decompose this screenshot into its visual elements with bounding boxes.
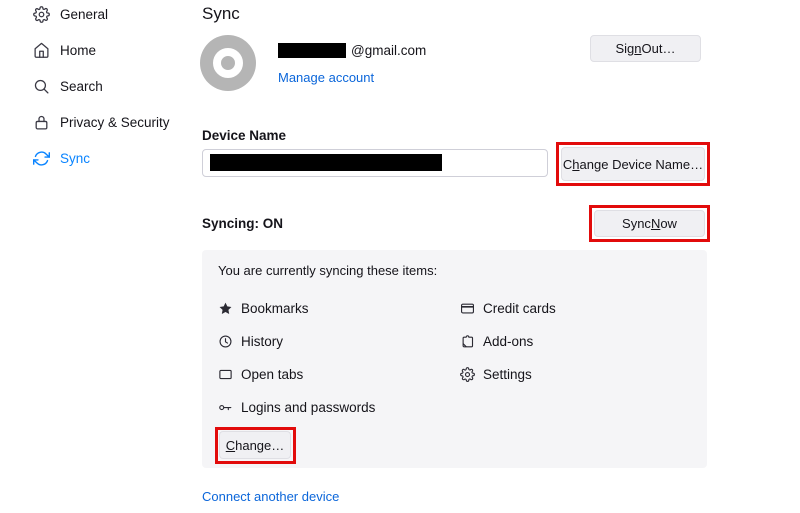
lock-icon — [33, 114, 50, 131]
sync-item-label: Logins and passwords — [241, 400, 376, 415]
sync-icon — [33, 150, 50, 167]
sync-item-settings: Settings — [460, 366, 532, 383]
gear-icon — [33, 5, 50, 23]
sync-item-addons: Add-ons — [460, 333, 533, 350]
settings-gear-icon — [460, 367, 475, 382]
home-icon — [33, 42, 50, 59]
sidebar-item-sync[interactable]: Sync — [33, 147, 90, 169]
sidebar-item-home[interactable]: Home — [33, 39, 96, 61]
sidebar-item-search[interactable]: Search — [33, 75, 103, 97]
syncing-status: Syncing: ON — [202, 216, 284, 231]
device-name-input[interactable] — [202, 149, 548, 177]
sync-item-label: Open tabs — [241, 367, 304, 382]
page-title: Sync — [202, 4, 240, 23]
sync-items-intro: You are currently syncing these items: — [218, 263, 438, 278]
sync-item-open-tabs: Open tabs — [218, 366, 303, 383]
sync-item-label: Credit cards — [483, 301, 556, 316]
search-icon — [33, 78, 50, 95]
sidebar-item-privacy-security[interactable]: Privacy & Security — [33, 111, 170, 133]
sync-item-credit-cards: Credit cards — [460, 300, 556, 317]
connect-another-device-link[interactable]: Connect another device — [202, 489, 339, 504]
history-clock-icon — [218, 334, 233, 349]
avatar-letter-o — [213, 48, 243, 78]
sync-item-label: Settings — [483, 367, 532, 382]
sync-item-logins-passwords: Logins and passwords — [218, 399, 375, 416]
sync-item-label: Bookmarks — [241, 301, 309, 316]
sidebar-item-label: Sync — [60, 150, 91, 166]
sync-item-history: History — [218, 333, 283, 350]
change-device-name-button[interactable]: Ch ange Device Name… — [561, 147, 705, 181]
device-name-label: Device Name — [202, 128, 287, 143]
sync-now-button[interactable]: Sync Now — [594, 210, 705, 237]
email-domain: @gmail.com — [351, 43, 427, 58]
sidebar-item-general[interactable]: General — [33, 3, 108, 25]
bookmark-star-icon — [218, 301, 233, 316]
sync-item-label: Add-ons — [483, 334, 534, 349]
sidebar-item-label: General — [60, 6, 109, 22]
sidebar-item-label: Privacy & Security — [60, 114, 170, 130]
addons-puzzle-icon — [460, 334, 475, 349]
account-email-row: @gmail.com — [278, 43, 426, 58]
sync-item-label: History — [241, 334, 284, 349]
sidebar-item-label: Search — [60, 78, 103, 94]
redacted-device-name — [210, 154, 442, 171]
redacted-email — [278, 43, 346, 58]
key-icon — [218, 400, 233, 415]
sign-out-button[interactable]: Sig n Out… — [590, 35, 701, 62]
sidebar-item-label: Home — [60, 42, 97, 58]
avatar — [200, 35, 256, 91]
change-sync-items-button[interactable]: Change… — [219, 431, 291, 459]
credit-card-icon — [460, 301, 475, 316]
sync-item-bookmarks: Bookmarks — [218, 300, 309, 317]
manage-account-link[interactable]: Manage account — [278, 70, 374, 85]
open-tabs-icon — [218, 367, 233, 382]
